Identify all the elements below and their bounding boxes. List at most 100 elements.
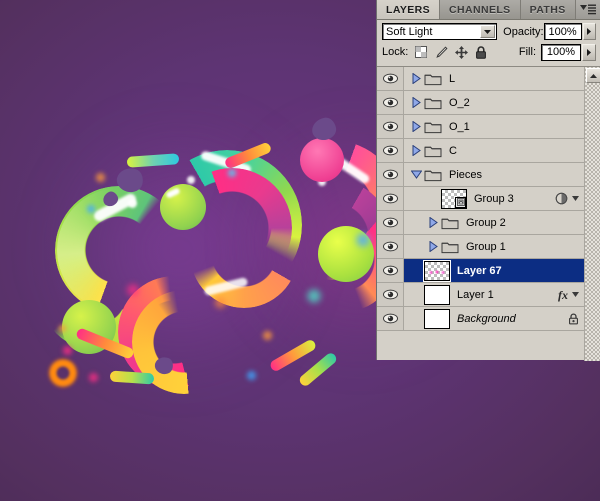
layer-row-icons: [568, 312, 584, 325]
twisty-collapsed-icon[interactable]: [425, 217, 441, 228]
twisty-collapsed-icon[interactable]: [425, 241, 441, 252]
layer-list-scrollbar[interactable]: [584, 67, 600, 361]
glow-dot-pink-1: [126, 283, 140, 297]
layer-visibility-eye-icon[interactable]: [377, 139, 404, 162]
glow-dot-orange-4: [262, 330, 273, 341]
layer-visibility-eye-icon[interactable]: [377, 307, 404, 330]
glow-dot-teal-1: [306, 288, 322, 304]
layer-row-l[interactable]: L: [377, 67, 584, 91]
orange-donut: [46, 356, 80, 390]
layer-name-label: Background: [457, 312, 516, 325]
twisty-collapsed-icon[interactable]: [408, 73, 424, 84]
layer-row-group-1[interactable]: Group 1: [377, 235, 584, 259]
layer-thumbnail-pink-dots[interactable]: [424, 260, 450, 281]
layer-row-o-2[interactable]: O_2: [377, 91, 584, 115]
twisty-collapsed-icon[interactable]: [408, 97, 424, 108]
lock-fill-row: Lock: Fill: 100%: [377, 41, 600, 64]
thumbnail-pink-dots: [428, 268, 448, 276]
panel-tab-strip[interactable]: LAYERS CHANNELS PATHS: [377, 0, 600, 20]
folder-icon: [441, 240, 459, 254]
fill-label: Fill:: [518, 46, 536, 58]
layer-name-label: Group 2: [466, 216, 506, 229]
glow-dot-pink-2: [62, 345, 73, 356]
layer-visibility-eye-icon[interactable]: [377, 91, 404, 114]
layer-visibility-eye-icon[interactable]: [377, 283, 404, 306]
blend-opacity-row: Soft Light Opacity: 100%: [377, 20, 600, 41]
layer-name-label: Layer 67: [457, 264, 502, 277]
lock-icon[interactable]: [568, 312, 579, 325]
layer-name-label: O_2: [449, 96, 470, 109]
green-blob-2: [160, 184, 206, 230]
tab-layers[interactable]: LAYERS: [377, 0, 441, 19]
panel-menu-icon[interactable]: [576, 0, 600, 19]
layer-name-label: C: [449, 144, 457, 157]
layer-thumbnail-wrapper: [424, 308, 450, 329]
layer-name-label: L: [449, 72, 456, 85]
glow-dot-orange-1: [95, 172, 106, 183]
tab-channels[interactable]: CHANNELS: [440, 0, 521, 19]
layer-row-group-3[interactable]: Group 3: [377, 187, 584, 211]
lock-image-pixels-icon[interactable]: [434, 45, 448, 59]
opacity-input[interactable]: 100%: [543, 23, 582, 40]
layer-visibility-eye-icon[interactable]: [377, 115, 404, 138]
blend-mode-value: Soft Light: [386, 25, 433, 38]
screenshot-root: LAYERS CHANNELS PATHS Soft Light Opacity…: [0, 0, 600, 501]
blend-mode-select[interactable]: Soft Light: [382, 23, 498, 40]
layer-name-label: Group 3: [474, 192, 514, 205]
lock-icon-group: [415, 45, 487, 59]
layer-thumbnail-wrapper: [424, 260, 450, 281]
accent-stroke-4: [109, 370, 155, 385]
folder-icon: [424, 144, 442, 158]
tab-paths[interactable]: PATHS: [520, 0, 576, 19]
layer-row-layer-1[interactable]: Layer 1 fx: [377, 283, 584, 307]
layer-row-group-2[interactable]: Group 2: [377, 211, 584, 235]
opacity-slider-chevron-icon[interactable]: [582, 23, 596, 40]
glow-dot-blue-4: [246, 370, 257, 381]
twisty-collapsed-icon[interactable]: [408, 121, 424, 132]
layer-list[interactable]: L O_2 O_1 C Pieces Group 3 Group 2 Group 1 Layer…: [377, 66, 600, 361]
glow-dot-orange-2: [214, 296, 227, 309]
layer-rows[interactable]: L O_2 O_1 C Pieces Group 3 Group 2 Group 1 Layer…: [377, 67, 584, 361]
layers-panel[interactable]: LAYERS CHANNELS PATHS Soft Light Opacity…: [376, 0, 600, 361]
glow-dot-blue-3: [355, 232, 371, 248]
adjustment-icon[interactable]: [555, 192, 568, 205]
layer-visibility-eye-icon[interactable]: [377, 235, 404, 258]
fill-input[interactable]: 100%: [541, 43, 581, 61]
glow-dot-orange-3: [58, 324, 67, 333]
lock-position-icon[interactable]: [455, 45, 469, 59]
layer-visibility-eye-icon[interactable]: [377, 259, 404, 282]
layer-visibility-eye-icon[interactable]: [377, 211, 404, 234]
layer-thumbnail-wrapper: [441, 188, 467, 209]
layer-visibility-eye-icon[interactable]: [377, 67, 404, 90]
layer-visibility-eye-icon[interactable]: [377, 163, 404, 186]
lock-all-icon[interactable]: [475, 45, 487, 59]
layer-thumbnail-white[interactable]: [424, 284, 450, 305]
glow-dot-blue-2: [227, 168, 237, 178]
folder-icon: [424, 72, 442, 86]
layer-row-c[interactable]: C: [377, 139, 584, 163]
layer-name-label: O_1: [449, 120, 470, 133]
blend-mode-chevron-down-icon[interactable]: [480, 25, 496, 38]
twisty-expanded-icon[interactable]: [408, 170, 424, 179]
layer-row-layer-67[interactable]: Layer 67: [377, 259, 584, 283]
glow-dot-pink-3: [88, 372, 99, 383]
layer-row-icons: fx: [558, 289, 584, 301]
opacity-label: Opacity:: [503, 25, 544, 38]
layer-visibility-eye-icon[interactable]: [377, 187, 404, 210]
twisty-collapsed-icon[interactable]: [408, 145, 424, 156]
lock-transparent-pixels-icon[interactable]: [415, 46, 428, 58]
green-c-specular-dot: [128, 199, 137, 208]
layer-row-icons: [555, 192, 584, 205]
folder-icon: [441, 216, 459, 230]
layer-row-pieces[interactable]: Pieces: [377, 163, 584, 187]
fx-icon[interactable]: fx: [558, 289, 568, 301]
chevron-down-icon[interactable]: [572, 196, 579, 201]
chevron-down-icon[interactable]: [572, 292, 579, 297]
scroll-up-arrow-icon[interactable]: [585, 68, 600, 83]
layer-thumbnail-smart-object[interactable]: [441, 188, 467, 209]
layer-row-o-1[interactable]: O_1: [377, 115, 584, 139]
layer-thumbnail-white[interactable]: [424, 308, 450, 329]
glow-dot-blue-1: [86, 204, 96, 214]
fill-slider-chevron-icon[interactable]: [582, 43, 596, 61]
layer-row-background[interactable]: Background: [377, 307, 584, 331]
